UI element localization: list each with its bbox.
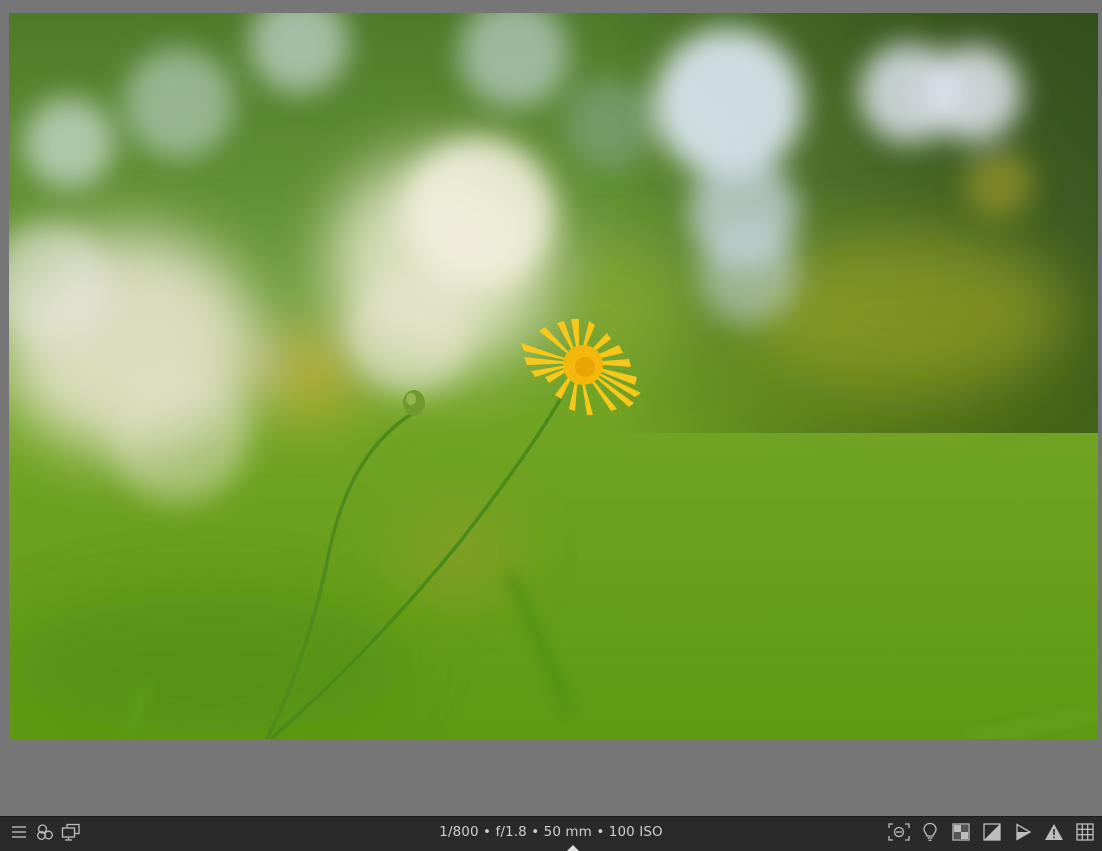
second-window-icon[interactable] (58, 819, 84, 845)
raw-overexposed-icon[interactable] (945, 819, 976, 845)
bottom-toolbar: 1/800 • f/1.8 • 50 mm • 100 ISO (0, 816, 1102, 851)
bottom-toolbar-left (6, 817, 84, 847)
bottom-toolbar-right (883, 817, 1100, 847)
focus-peaking-icon[interactable] (883, 819, 914, 845)
exif-iso: 100 ISO (608, 824, 663, 840)
color-labels-icon[interactable] (32, 819, 58, 845)
hamburger-menu-icon[interactable] (6, 819, 32, 845)
exif-separator: • (591, 824, 609, 840)
exif-separator: • (478, 824, 496, 840)
softproof-icon[interactable] (1007, 819, 1038, 845)
exif-separator: • (526, 824, 544, 840)
photo-canvas[interactable] (9, 13, 1098, 739)
exif-shutter: 1/800 (439, 824, 479, 840)
gamut-check-icon[interactable] (1038, 819, 1069, 845)
exif-aperture: f/1.8 (495, 824, 527, 840)
filmstrip-toggle-arrow[interactable] (567, 845, 579, 851)
color-assessment-icon[interactable] (914, 819, 945, 845)
guides-icon[interactable] (1069, 819, 1100, 845)
exif-focal-length: 50 mm (543, 824, 592, 840)
image-viewport[interactable] (0, 0, 1102, 816)
clipping-indicator-icon[interactable] (976, 819, 1007, 845)
photo-image (9, 13, 1098, 739)
